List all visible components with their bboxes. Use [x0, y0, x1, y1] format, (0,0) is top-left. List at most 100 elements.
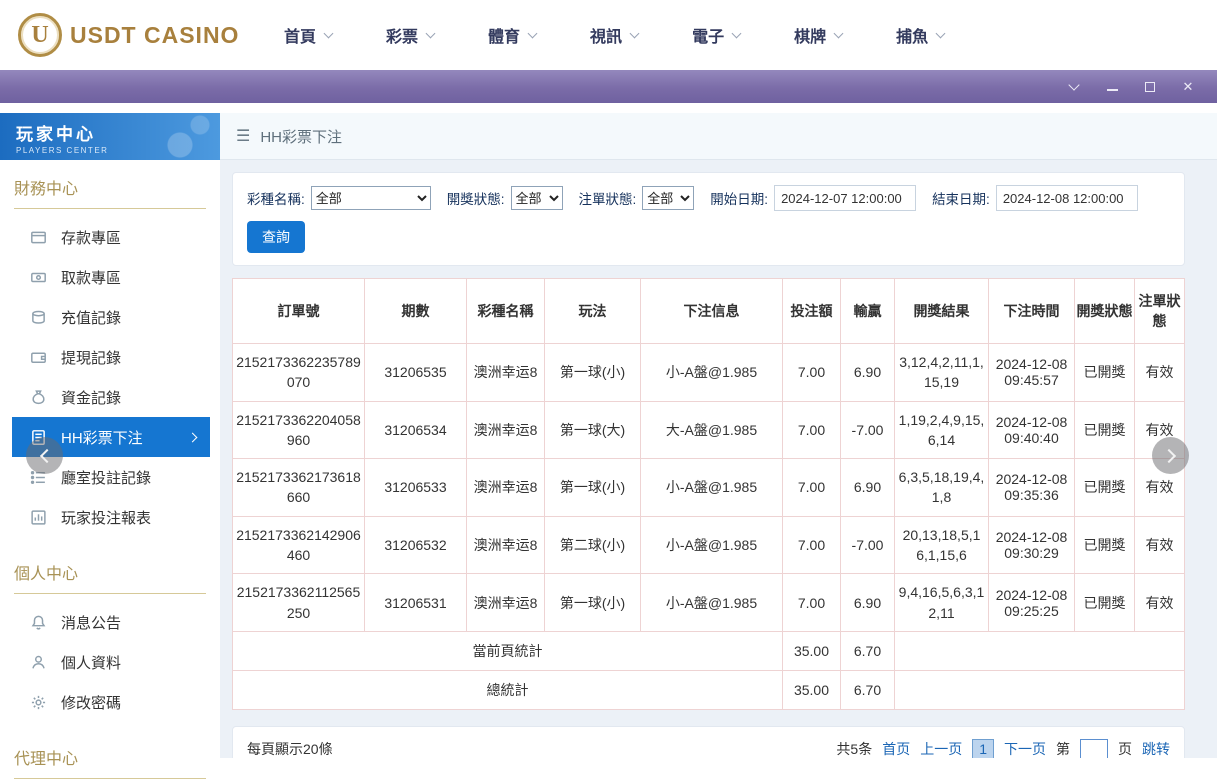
nav-label: 電子: [692, 23, 724, 47]
jump-button[interactable]: 跳转: [1142, 739, 1170, 758]
cashout-wallet-icon: [30, 349, 47, 366]
maximize-icon[interactable]: [1143, 80, 1157, 94]
search-button[interactable]: 查詢: [247, 221, 305, 253]
cell-bet-time: 2024-12-08 09:45:57: [989, 344, 1075, 402]
pagination-next-link[interactable]: 下一页: [1004, 739, 1046, 758]
cell-order-number: 2152173362235789070: [233, 344, 365, 402]
order-status-label: 注單狀態:: [579, 188, 637, 208]
cell-lottery-name: 澳洲幸运8: [467, 344, 545, 402]
nav-item-sports[interactable]: 體育: [488, 23, 536, 47]
draw-status-select[interactable]: 全部: [511, 186, 563, 210]
hamburger-menu-icon[interactable]: ☰: [236, 126, 250, 146]
chevron-right-icon: [1161, 448, 1175, 462]
sidebar-item-label: 消息公告: [61, 612, 121, 633]
sidebar-item-label: 提現記錄: [61, 347, 121, 368]
logo-text: USDT CASINO: [70, 22, 239, 49]
chevron-down-icon: [324, 28, 334, 38]
cell-bet-time: 2024-12-08 09:30:29: [989, 516, 1075, 574]
deposit-card-icon: [30, 229, 47, 246]
nav-label: 體育: [488, 23, 520, 47]
nav-item-electronic[interactable]: 電子: [692, 23, 740, 47]
end-date-label: 結束日期:: [932, 188, 990, 208]
sidebar-item-profile[interactable]: 個人資料: [12, 642, 210, 682]
summary-row-current-page: 當前頁統計 35.00 6.70: [233, 631, 1185, 670]
top-navbar: U USDT CASINO 首頁 彩票 體育 視訊 電子 棋牌 捕魚: [0, 0, 1217, 70]
sidebar-title: 玩家中心: [16, 120, 220, 145]
page-jump-input[interactable]: [1080, 739, 1108, 758]
sidebar-item-deposit[interactable]: 存款專區: [12, 217, 210, 257]
cell-win-loss: 6.90: [841, 574, 895, 632]
cell-bet-amount: 7.00: [783, 344, 841, 402]
sidebar-item-label: 廳室投註記錄: [61, 467, 151, 488]
nav-item-video[interactable]: 視訊: [590, 23, 638, 47]
start-date-label: 開始日期:: [710, 188, 768, 208]
col-win-loss: 輸贏: [841, 279, 895, 344]
col-period: 期數: [365, 279, 467, 344]
cell-order-status: 有效: [1135, 574, 1185, 632]
pagination-prev-link[interactable]: 上一页: [920, 739, 962, 758]
chevron-down-icon: [426, 28, 436, 38]
sidebar-item-cashout-record[interactable]: 提現記錄: [12, 337, 210, 377]
bell-icon: [30, 614, 47, 631]
pagination-controls: 共5条 首页 上一页 1 下一页 第 页 跳转: [836, 739, 1170, 758]
close-icon[interactable]: ✕: [1181, 80, 1195, 94]
section-title-finance: 財務中心: [14, 175, 206, 209]
sidebar-item-label: 取款專區: [61, 267, 121, 288]
chevron-down-icon: [630, 28, 640, 38]
nav-item-home[interactable]: 首頁: [284, 23, 332, 47]
lottery-name-select[interactable]: 全部: [311, 186, 431, 210]
sidebar-item-player-report[interactable]: 玩家投注報表: [12, 497, 210, 537]
table-row: 2152173362173618660 31206533 澳洲幸运8 第一球(小…: [233, 459, 1185, 517]
cell-draw-status: 已開獎: [1075, 516, 1135, 574]
funds-record-icon: [30, 389, 47, 406]
cell-bet-amount: 7.00: [783, 459, 841, 517]
sidebar-item-announcements[interactable]: 消息公告: [12, 602, 210, 642]
pagination-current-page[interactable]: 1: [972, 739, 994, 758]
nav-item-cards[interactable]: 棋牌: [794, 23, 842, 47]
logo[interactable]: U USDT CASINO: [18, 13, 240, 57]
col-bet-amount: 投注額: [783, 279, 841, 344]
collapse-chevron-icon[interactable]: [1067, 80, 1081, 94]
content-area: 玩家中心 PLAYERS CENTER 財務中心 存款專區 取款專區 充值記錄 …: [0, 103, 1217, 758]
summary-empty: [895, 670, 1185, 709]
summary-bet-total: 35.00: [783, 631, 841, 670]
cell-play-type: 第一球(小): [545, 344, 641, 402]
player-report-icon: [30, 509, 47, 526]
sidebar-item-label: HH彩票下注: [61, 427, 143, 448]
carousel-next-button[interactable]: [1152, 437, 1189, 474]
nav-item-fishing[interactable]: 捕魚: [896, 23, 944, 47]
nav-label: 捕魚: [896, 23, 928, 47]
summary-win-total: 6.70: [841, 631, 895, 670]
section-title-agent: 代理中心: [14, 745, 206, 779]
recharge-record-icon: [30, 309, 47, 326]
nav-item-lottery[interactable]: 彩票: [386, 23, 434, 47]
sidebar-item-funds-record[interactable]: 資金記錄: [12, 377, 210, 417]
cell-bet-info: 大-A盤@1.985: [641, 401, 783, 459]
logo-emblem-icon: U: [18, 13, 62, 57]
table-row: 2152173362204058960 31206534 澳洲幸运8 第一球(大…: [233, 401, 1185, 459]
cell-draw-result: 9,4,16,5,6,3,12,11: [895, 574, 989, 632]
end-date-input[interactable]: [996, 185, 1138, 211]
gear-icon: [30, 694, 47, 711]
order-status-select[interactable]: 全部: [642, 186, 694, 210]
summary-label: 當前頁統計: [233, 631, 783, 670]
carousel-prev-button[interactable]: [26, 437, 63, 474]
sidebar-item-change-password[interactable]: 修改密碼: [12, 682, 210, 722]
players-center-header: 玩家中心 PLAYERS CENTER: [0, 113, 220, 160]
col-play-type: 玩法: [545, 279, 641, 344]
cell-win-loss: -7.00: [841, 401, 895, 459]
sidebar: 玩家中心 PLAYERS CENTER 財務中心 存款專區 取款專區 充值記錄 …: [0, 103, 220, 758]
sidebar-item-withdraw[interactable]: 取款專區: [12, 257, 210, 297]
cell-period: 31206532: [365, 516, 467, 574]
cell-draw-result: 1,19,2,4,9,15,6,14: [895, 401, 989, 459]
cell-win-loss: -7.00: [841, 516, 895, 574]
sidebar-item-label: 個人資料: [61, 652, 121, 673]
pagination-total: 共5条: [836, 739, 872, 758]
pagination-first-link[interactable]: 首页: [882, 739, 910, 758]
section-title-personal: 個人中心: [14, 560, 206, 594]
sidebar-item-recharge-record[interactable]: 充值記錄: [12, 297, 210, 337]
minimize-icon[interactable]: [1105, 80, 1119, 94]
start-date-input[interactable]: [774, 185, 916, 211]
chevron-down-icon: [834, 28, 844, 38]
personal-menu: 消息公告 個人資料 修改密碼: [0, 594, 220, 730]
